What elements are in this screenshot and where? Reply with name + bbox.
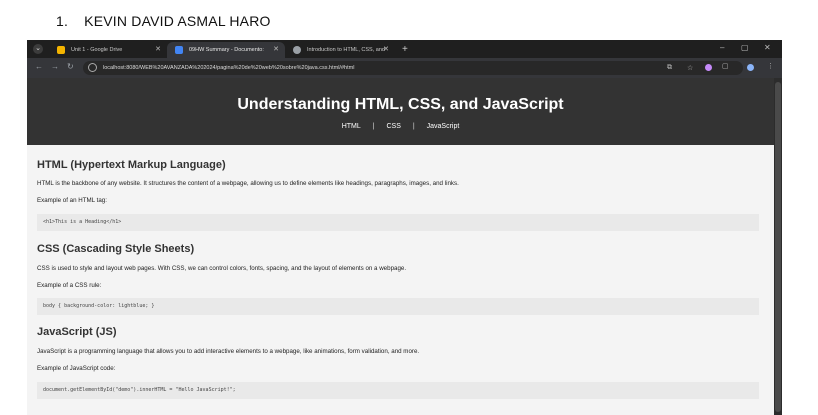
example-label-html: Example of an HTML tag: bbox=[37, 197, 107, 204]
scrollbar-thumb[interactable] bbox=[775, 82, 781, 412]
example-label-css: Example of a CSS rule: bbox=[37, 282, 102, 289]
close-tab-icon[interactable]: ✕ bbox=[155, 42, 161, 58]
tab-intro-html[interactable]: Introduction to HTML, CSS, and ✕ bbox=[285, 42, 395, 58]
author-name: KEVIN DAVID ASMAL HARO bbox=[84, 13, 271, 29]
web-page: Understanding HTML, CSS, and JavaScript … bbox=[27, 78, 774, 415]
nav-link-javascript[interactable]: JavaScript bbox=[427, 123, 460, 130]
section-text-css: CSS is used to style and layout web page… bbox=[37, 265, 407, 272]
extensions-puzzle-icon[interactable]: ▢ bbox=[722, 62, 729, 70]
section-title-css: CSS (Cascading Style Sheets) bbox=[37, 243, 195, 255]
translate-icon[interactable]: ⧉ bbox=[667, 64, 672, 72]
address-bar[interactable]: localhost:8080/WEB%20AVANZADA%202024/pag… bbox=[83, 61, 743, 75]
site-info-icon[interactable] bbox=[88, 63, 97, 72]
close-tab-icon[interactable]: ✕ bbox=[383, 42, 389, 58]
tab-title: Unit 1 - Google Drive bbox=[71, 47, 123, 53]
list-number: 1. bbox=[56, 13, 69, 29]
section-title-js: JavaScript (JS) bbox=[37, 326, 117, 338]
tab-title: 09HW Summary - Documento: bbox=[189, 47, 264, 53]
globe-icon bbox=[293, 46, 301, 54]
section-text-html: HTML is the backbone of any website. It … bbox=[37, 180, 459, 187]
example-label-js: Example of JavaScript code: bbox=[37, 365, 116, 372]
close-window-button[interactable]: ✕ bbox=[764, 43, 771, 52]
nav-separator: | bbox=[372, 123, 375, 130]
tab-strip: ⌄ Unit 1 - Google Drive ✕ 09HW Summary -… bbox=[27, 40, 782, 58]
page-nav: HTML | CSS | JavaScript bbox=[27, 123, 774, 130]
tab-google-drive[interactable]: Unit 1 - Google Drive ✕ bbox=[49, 42, 167, 58]
back-button[interactable]: ← bbox=[35, 62, 43, 71]
extension-icon[interactable] bbox=[705, 64, 712, 71]
section-text-js: JavaScript is a programming language tha… bbox=[37, 348, 420, 355]
browser-toolbar: ← → ↻ localhost:8080/WEB%20AVANZADA%2020… bbox=[27, 58, 782, 78]
code-block-html: <h1>This is a Heading</h1> bbox=[37, 214, 759, 231]
new-tab-button[interactable]: + bbox=[402, 42, 408, 58]
document-caption: 1. KEVIN DAVID ASMAL HARO bbox=[56, 13, 271, 29]
nav-link-html[interactable]: HTML bbox=[342, 123, 361, 130]
page-scrollbar[interactable] bbox=[774, 78, 782, 415]
docs-icon bbox=[175, 46, 183, 54]
tab-docs-summary[interactable]: 09HW Summary - Documento: ✕ bbox=[167, 42, 285, 58]
profile-avatar-icon[interactable] bbox=[747, 64, 754, 71]
tab-search-icon[interactable]: ⌄ bbox=[33, 44, 43, 54]
url-text[interactable]: localhost:8080/WEB%20AVANZADA%202024/pag… bbox=[103, 61, 354, 75]
reload-button[interactable]: ↻ bbox=[67, 62, 74, 71]
section-title-html: HTML (Hypertext Markup Language) bbox=[37, 159, 226, 171]
nav-separator: | bbox=[412, 123, 415, 130]
browser-menu-icon[interactable]: ⋮ bbox=[767, 62, 774, 70]
maximize-button[interactable]: ▢ bbox=[741, 43, 749, 52]
nav-link-css[interactable]: CSS bbox=[386, 123, 400, 130]
close-tab-icon[interactable]: ✕ bbox=[273, 42, 279, 58]
forward-button[interactable]: → bbox=[51, 62, 59, 71]
code-block-css: body { background-color: lightblue; } bbox=[37, 298, 759, 315]
code-block-js: document.getElementById("demo").innerHTM… bbox=[37, 382, 759, 399]
tab-title: Introduction to HTML, CSS, and bbox=[307, 47, 385, 53]
page-header: Understanding HTML, CSS, and JavaScript … bbox=[27, 78, 774, 145]
bookmark-star-icon[interactable]: ☆ bbox=[687, 64, 693, 72]
drive-icon bbox=[57, 46, 65, 54]
page-title: Understanding HTML, CSS, and JavaScript bbox=[237, 96, 564, 113]
browser-window: ⌄ Unit 1 - Google Drive ✕ 09HW Summary -… bbox=[27, 40, 782, 415]
minimize-button[interactable]: – bbox=[720, 43, 724, 52]
